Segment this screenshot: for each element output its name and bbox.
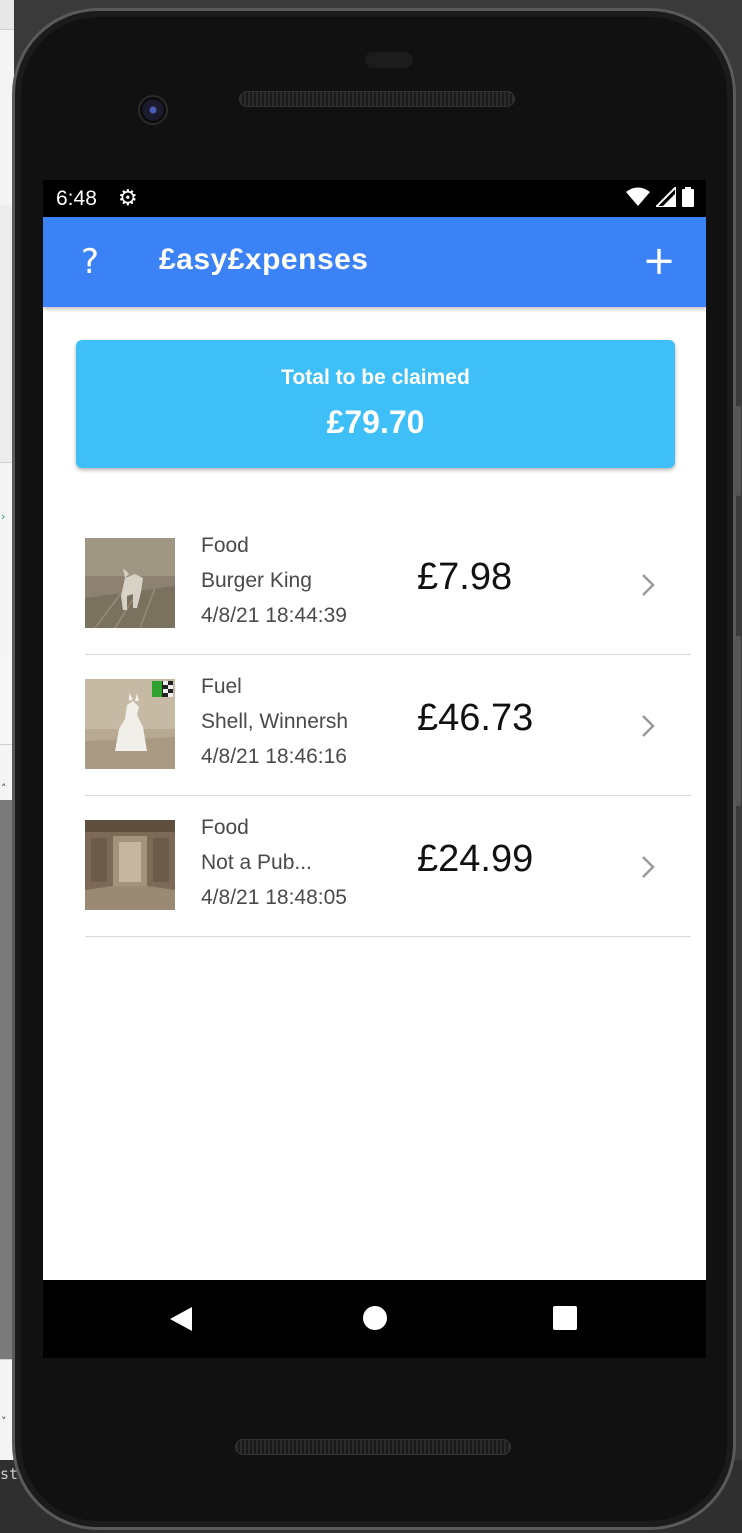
total-card: Total to be claimed £79.70 xyxy=(76,340,675,468)
host-chevron-down-icon: ˅ xyxy=(1,1415,7,1428)
app-title: £asy£xpenses xyxy=(159,243,369,276)
receipt-thumbnail[interactable] xyxy=(85,538,175,628)
receipt-thumbnail[interactable] xyxy=(85,679,175,769)
host-caret-icon: › xyxy=(1,510,6,523)
add-expense-button[interactable]: + xyxy=(636,237,682,287)
status-icons xyxy=(626,187,694,207)
earpiece xyxy=(365,52,413,68)
signal-icon xyxy=(656,187,676,207)
expense-row[interactable]: Fuel Shell, Winnersh 4/8/21 18:46:16 £46… xyxy=(85,655,691,796)
expense-amount: £7.98 xyxy=(417,556,513,598)
home-circle-icon[interactable] xyxy=(363,1306,387,1330)
power-button xyxy=(735,406,741,496)
app-screen: 6:48 ⚙ ? £asy£xpenses + Total to be clai… xyxy=(43,180,706,1280)
expense-date: 4/8/21 18:48:05 xyxy=(201,886,347,909)
chevron-right-icon[interactable] xyxy=(637,852,659,882)
status-time: 6:48 xyxy=(56,187,97,210)
chevron-right-icon[interactable] xyxy=(637,711,659,741)
bottom-speaker-grille xyxy=(235,1439,511,1455)
battery-icon xyxy=(682,187,694,207)
navigation-bar xyxy=(43,1280,706,1358)
expense-date: 4/8/21 18:46:16 xyxy=(201,745,347,768)
expense-category: Food xyxy=(201,816,249,839)
help-button[interactable]: ? xyxy=(73,239,107,285)
expense-vendor: Shell, Winnersh xyxy=(201,710,349,733)
expense-category: Food xyxy=(201,534,249,557)
total-value: £79.70 xyxy=(326,404,425,440)
total-label: Total to be claimed xyxy=(281,366,470,389)
receipt-thumbnail[interactable] xyxy=(85,820,175,910)
expense-list: Food Burger King 4/8/21 18:44:39 £7.98 F… xyxy=(85,514,691,937)
expense-row[interactable]: Food Not a Pub... 4/8/21 18:48:05 £24.99 xyxy=(85,796,691,937)
expense-vendor: Burger King xyxy=(201,569,312,592)
expense-category: Fuel xyxy=(201,675,242,698)
host-chevron-up-icon: ˄ xyxy=(1,782,7,795)
expense-amount: £46.73 xyxy=(417,697,534,739)
wifi-icon xyxy=(626,187,650,206)
top-speaker-grille xyxy=(239,91,515,107)
volume-button xyxy=(735,636,741,806)
back-triangle-icon[interactable] xyxy=(168,1305,194,1333)
recents-square-icon[interactable] xyxy=(553,1306,577,1330)
expense-vendor: Not a Pub... xyxy=(201,851,312,874)
expense-amount: £24.99 xyxy=(417,838,534,880)
expense-date: 4/8/21 18:44:39 xyxy=(201,604,347,627)
expense-row[interactable]: Food Burger King 4/8/21 18:44:39 £7.98 xyxy=(85,514,691,655)
status-bar: 6:48 ⚙ xyxy=(43,180,706,217)
chevron-right-icon[interactable] xyxy=(637,570,659,600)
gear-icon: ⚙ xyxy=(118,186,138,211)
app-toolbar: ? £asy£xpenses + xyxy=(43,217,706,307)
front-camera xyxy=(138,95,168,125)
